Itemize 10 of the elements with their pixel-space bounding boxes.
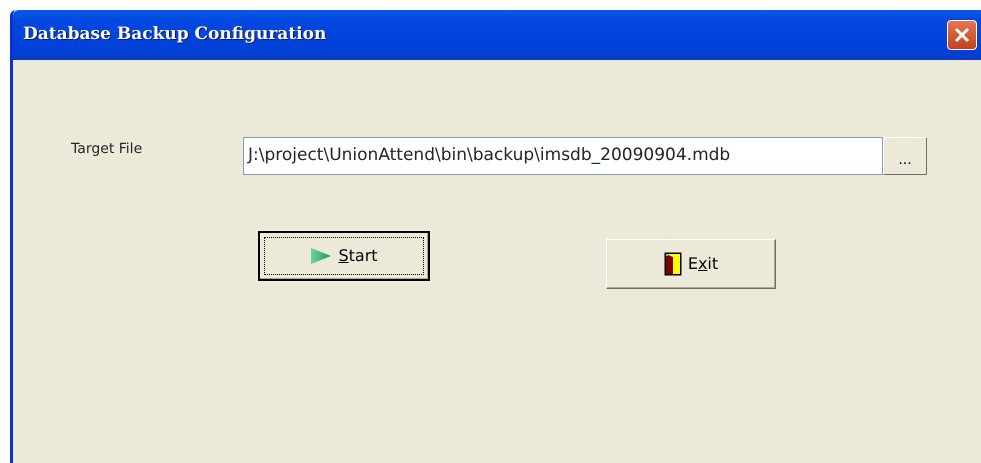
close-button[interactable]: [947, 20, 977, 50]
window-title: Database Backup Configuration: [23, 23, 326, 46]
door-icon: [664, 252, 682, 276]
close-icon: [953, 26, 971, 44]
target-file-label: Target File: [71, 140, 144, 158]
start-button[interactable]: Start: [258, 231, 430, 281]
browse-button[interactable]: ...: [883, 137, 927, 175]
target-file-field[interactable]: J:\project\UnionAttend\bin\backup\imsdb_20090904.mdb: [243, 137, 883, 175]
play-icon: [310, 247, 332, 265]
exit-button[interactable]: Exit: [606, 239, 776, 289]
